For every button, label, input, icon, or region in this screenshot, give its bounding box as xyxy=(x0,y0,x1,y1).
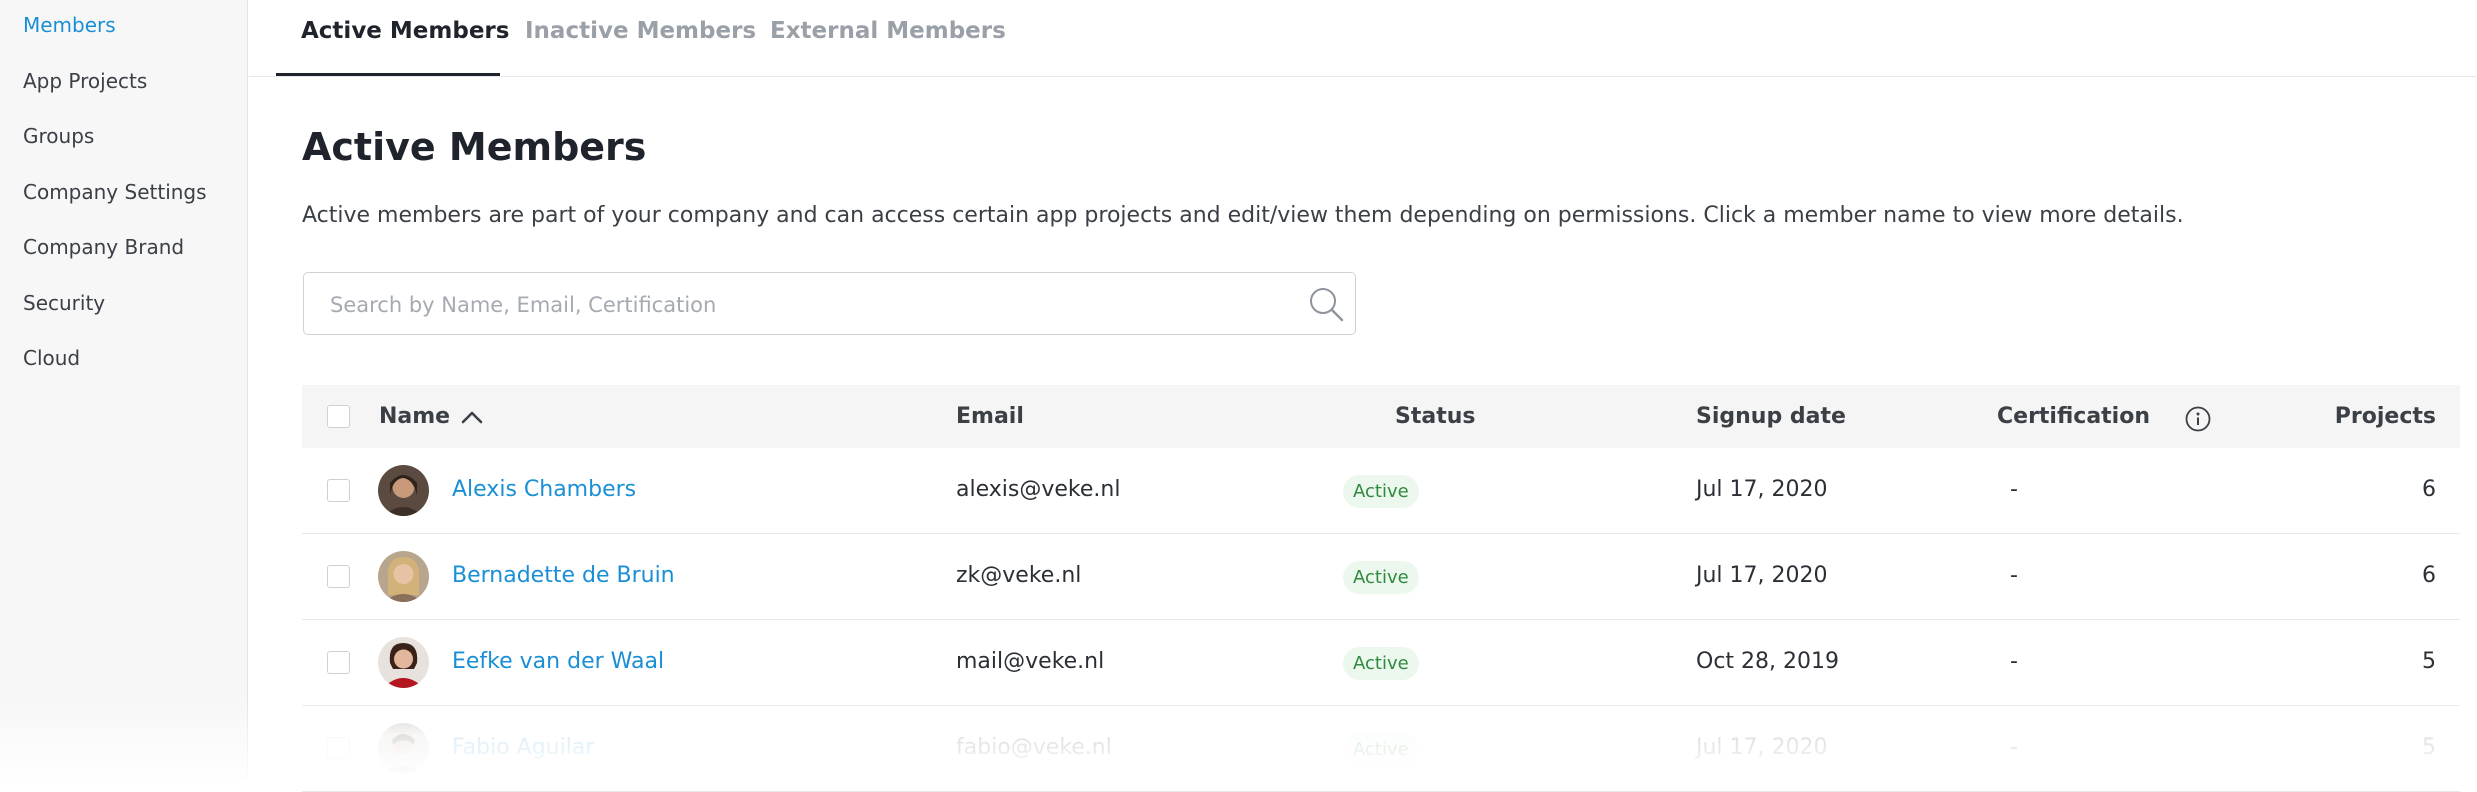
sidebar-item-cloud[interactable]: Cloud xyxy=(23,346,80,370)
avatar xyxy=(378,723,429,774)
table-row: Bernadette de Bruin zk@veke.nl Active Ju… xyxy=(302,534,2460,620)
projects-count: 5 xyxy=(2422,649,2436,674)
tab-active-members[interactable]: Active Members xyxy=(301,18,509,44)
certification-value: - xyxy=(2010,649,2018,674)
projects-count: 6 xyxy=(2422,477,2436,502)
row-checkbox[interactable] xyxy=(327,565,350,588)
table-row: Eefke van der Waal mail@veke.nl Active O… xyxy=(302,620,2460,706)
projects-count: 6 xyxy=(2422,563,2436,588)
search-input[interactable] xyxy=(328,287,1292,323)
row-checkbox[interactable] xyxy=(327,651,350,674)
table-header: Name Email Status Signup date Certificat… xyxy=(302,385,2460,448)
signup-date: Jul 17, 2020 xyxy=(1696,735,1828,760)
column-header-projects[interactable]: Projects xyxy=(2335,404,2436,429)
certification-value: - xyxy=(2010,735,2018,760)
search-icon[interactable] xyxy=(1307,285,1345,323)
avatar xyxy=(378,465,429,516)
member-email: mail@veke.nl xyxy=(956,649,1105,674)
tab-external-members[interactable]: External Members xyxy=(770,18,1006,44)
sidebar-item-groups[interactable]: Groups xyxy=(23,124,94,148)
tab-bar: Active Members Inactive Members External… xyxy=(249,0,2477,77)
column-header-certification[interactable]: Certification xyxy=(1997,404,2150,429)
sidebar-item-security[interactable]: Security xyxy=(23,291,105,315)
status-badge: Active xyxy=(1343,733,1419,766)
table-row: Alexis Chambers alexis@veke.nl Active Ju… xyxy=(302,448,2460,534)
signup-date: Jul 17, 2020 xyxy=(1696,563,1828,588)
column-header-status[interactable]: Status xyxy=(1395,404,1475,429)
certification-value: - xyxy=(2010,563,2018,588)
sidebar: Members App Projects Groups Company Sett… xyxy=(0,0,248,779)
member-name-link[interactable]: Fabio Aguilar xyxy=(452,735,594,760)
active-tab-indicator xyxy=(276,73,500,76)
chevron-up-icon[interactable] xyxy=(461,409,483,425)
projects-count: 5 xyxy=(2422,735,2436,760)
tab-inactive-members[interactable]: Inactive Members xyxy=(525,18,756,44)
row-checkbox[interactable] xyxy=(327,479,350,502)
member-email: zk@veke.nl xyxy=(956,563,1082,588)
certification-value: - xyxy=(2010,477,2018,502)
column-header-signup-date[interactable]: Signup date xyxy=(1696,404,1846,429)
info-icon[interactable] xyxy=(2185,406,2211,432)
column-header-email[interactable]: Email xyxy=(956,404,1024,429)
page-description: Active members are part of your company … xyxy=(302,203,2184,228)
page-title: Active Members xyxy=(302,125,647,169)
member-name-link[interactable]: Bernadette de Bruin xyxy=(452,563,675,588)
sidebar-item-company-settings[interactable]: Company Settings xyxy=(23,180,207,204)
member-name-link[interactable]: Eefke van der Waal xyxy=(452,649,664,674)
member-email: fabio@veke.nl xyxy=(956,735,1112,760)
signup-date: Jul 17, 2020 xyxy=(1696,477,1828,502)
sidebar-item-members[interactable]: Members xyxy=(23,13,116,37)
status-badge: Active xyxy=(1343,647,1419,680)
column-header-name[interactable]: Name xyxy=(379,404,450,429)
member-name-link[interactable]: Alexis Chambers xyxy=(452,477,636,502)
sidebar-item-app-projects[interactable]: App Projects xyxy=(23,69,147,93)
search-box xyxy=(303,272,1356,335)
main-content: Active Members Inactive Members External… xyxy=(249,0,2477,792)
signup-date: Oct 28, 2019 xyxy=(1696,649,1839,674)
member-email: alexis@veke.nl xyxy=(956,477,1121,502)
table-row: Fabio Aguilar fabio@veke.nl Active Jul 1… xyxy=(302,706,2460,792)
select-all-checkbox[interactable] xyxy=(327,405,350,428)
status-badge: Active xyxy=(1343,561,1419,594)
status-badge: Active xyxy=(1343,475,1419,508)
avatar xyxy=(378,637,429,688)
avatar xyxy=(378,551,429,602)
sidebar-item-company-brand[interactable]: Company Brand xyxy=(23,235,184,259)
row-checkbox[interactable] xyxy=(327,737,350,760)
